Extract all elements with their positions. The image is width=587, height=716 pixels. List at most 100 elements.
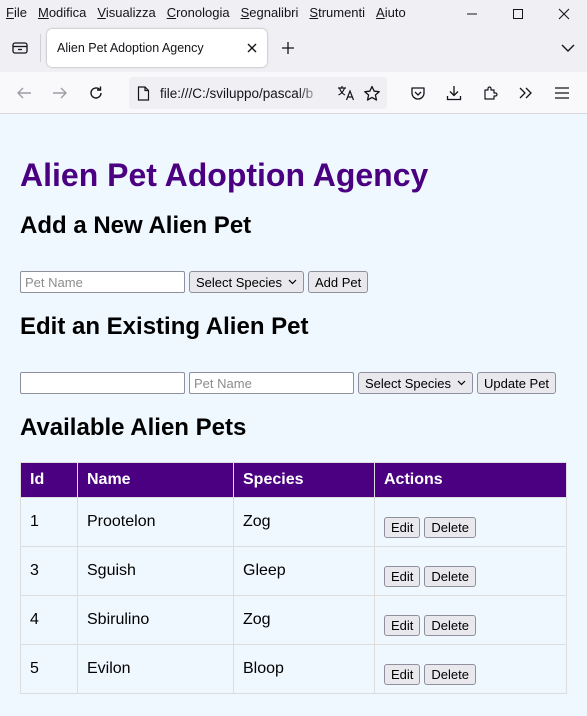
tab-separator [40, 34, 41, 62]
column-header-species: Species [233, 462, 375, 498]
add-pet-name-input[interactable] [20, 271, 185, 293]
pet-name: Prootelon [77, 497, 234, 547]
menu-cronologia[interactable]: Cronologia [167, 5, 230, 20]
table-row: 5 Evilon Bloop Edit Delete [20, 644, 567, 694]
menu-file[interactable]: File [6, 5, 27, 20]
active-tab[interactable]: Alien Pet Adoption Agency [47, 29, 267, 67]
actions-group: Edit Delete [384, 565, 557, 587]
pets-table: Id Name Species Actions 1 Prootelon Zog … [20, 462, 567, 694]
back-button[interactable] [6, 77, 42, 109]
delete-button[interactable]: Delete [424, 614, 476, 636]
add-pet-species-value: Select Species [196, 274, 282, 290]
chevron-down-icon [457, 380, 466, 386]
url-bar-icons [337, 85, 381, 102]
forward-button[interactable] [42, 77, 78, 109]
url-bar[interactable]: file:///C:/sviluppo/pascal/b [129, 77, 387, 109]
translate-icon[interactable] [337, 85, 355, 101]
pet-species: Gleep [233, 546, 375, 596]
menu-strumenti[interactable]: Strumenti [309, 5, 365, 20]
pet-actions: Edit Delete [374, 546, 567, 596]
table-row: 1 Prootelon Zog Edit Delete [20, 497, 567, 547]
new-tab-button[interactable] [281, 41, 295, 55]
download-icon [446, 86, 462, 101]
edit-pet-name-input[interactable] [189, 372, 354, 394]
double-chevron-right-icon [519, 87, 532, 99]
maximize-icon [513, 9, 523, 19]
menu-bar: File Modifica Visualizza Cronologia Segn… [0, 0, 587, 24]
pet-actions: Edit Delete [374, 644, 567, 694]
column-header-actions: Actions [374, 462, 567, 498]
edit-button[interactable]: Edit [384, 614, 421, 636]
actions-group: Edit Delete [384, 516, 557, 538]
reload-button[interactable] [78, 77, 114, 109]
arrow-right-icon [53, 87, 67, 98]
menu-aiuto[interactable]: Aiuto [376, 5, 406, 20]
update-pet-button[interactable]: Update Pet [477, 372, 557, 394]
delete-button[interactable]: Delete [424, 663, 476, 685]
chevron-down-icon [288, 279, 297, 285]
column-header-id: Id [20, 462, 78, 498]
edit-button[interactable]: Edit [384, 516, 421, 538]
toolbar-right [400, 77, 580, 109]
pet-name: Sguish [77, 546, 234, 596]
more-tools-button[interactable] [508, 77, 544, 109]
pet-actions: Edit Delete [374, 497, 567, 547]
pet-actions: Edit Delete [374, 595, 567, 645]
close-icon [558, 8, 570, 20]
page-title: Alien Pet Adoption Agency [20, 157, 429, 193]
pet-species: Zog [233, 497, 375, 547]
table-row: 3 Sguish Gleep Edit Delete [20, 546, 567, 596]
edit-pet-heading: Edit an Existing Alien Pet [20, 313, 309, 340]
edit-pet-species-value: Select Species [365, 375, 451, 391]
pet-species: Zog [233, 595, 375, 645]
pet-name: Evilon [77, 644, 234, 694]
edit-button[interactable]: Edit [384, 565, 421, 587]
add-pet-button[interactable]: Add Pet [308, 271, 369, 293]
downloads-button[interactable] [436, 77, 472, 109]
add-pet-species-select[interactable]: Select Species [189, 271, 304, 293]
tab-bar: Alien Pet Adoption Agency [0, 24, 587, 72]
edit-button[interactable]: Edit [384, 663, 421, 685]
extensions-button[interactable] [472, 77, 508, 109]
pocket-button[interactable] [400, 77, 436, 109]
add-pet-form: Select Species Add Pet [20, 271, 567, 293]
edit-pet-id-input[interactable] [20, 372, 185, 394]
pet-species: Bloop [233, 644, 375, 694]
menu-modifica[interactable]: Modifica [38, 5, 86, 20]
table-row: 4 Sbirulino Zog Edit Delete [20, 595, 567, 645]
menu-visualizza[interactable]: Visualizza [97, 5, 155, 20]
minimize-icon [467, 13, 477, 15]
tab-overview-button[interactable] [0, 40, 40, 56]
navigation-bar: file:///C:/sviluppo/pascal/b [0, 72, 587, 114]
pet-id: 5 [20, 644, 78, 694]
reload-icon [90, 86, 102, 99]
puzzle-icon [484, 86, 498, 100]
chevron-down-icon [561, 44, 575, 52]
menu-segnalibri[interactable]: Segnalibri [241, 5, 299, 20]
url-text: file:///C:/sviluppo/pascal/b [160, 85, 314, 101]
edit-pet-species-select[interactable]: Select Species [358, 372, 473, 394]
page-content: Alien Pet Adoption Agency Add a New Alie… [0, 114, 587, 694]
list-all-tabs-button[interactable] [561, 40, 575, 58]
app-menu-button[interactable] [544, 77, 580, 109]
arrow-left-icon [17, 87, 31, 98]
delete-button[interactable]: Delete [424, 565, 476, 587]
pet-id: 1 [20, 497, 78, 547]
pet-id: 3 [20, 546, 78, 596]
pet-name: Sbirulino [77, 595, 234, 645]
column-header-name: Name [77, 462, 234, 498]
actions-group: Edit Delete [384, 663, 557, 685]
available-pets-heading: Available Alien Pets [20, 414, 247, 441]
delete-button[interactable]: Delete [424, 516, 476, 538]
tab-title: Alien Pet Adoption Agency [57, 41, 204, 55]
page-icon [137, 85, 150, 101]
plus-icon [282, 42, 294, 54]
edit-pet-form: Select Species Update Pet [20, 372, 567, 394]
star-icon[interactable] [363, 85, 381, 102]
tab-close-icon[interactable] [247, 43, 257, 53]
pet-id: 4 [20, 595, 78, 645]
actions-group: Edit Delete [384, 614, 557, 636]
browser-chrome: File Modifica Visualizza Cronologia Segn… [0, 0, 587, 114]
pocket-icon [411, 86, 425, 100]
table-header-row: Id Name Species Actions [20, 462, 567, 498]
